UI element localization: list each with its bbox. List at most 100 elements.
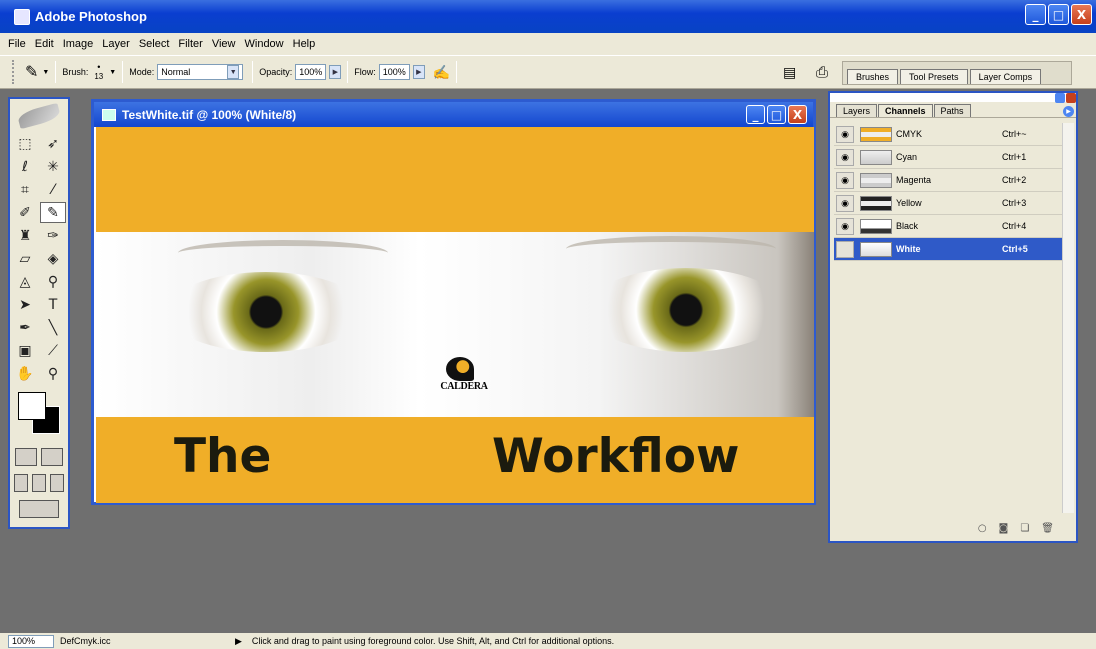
lasso-tool-icon[interactable]: ℓ	[12, 156, 38, 177]
app-title-bar[interactable]: Adobe Photoshop _ □ X	[0, 0, 1096, 33]
quick-mask-mode-button[interactable]	[41, 448, 63, 466]
opacity-value: 100%	[299, 67, 323, 77]
document-minimize-button[interactable]: _	[746, 105, 765, 124]
tool-preset-brush-icon[interactable]: ✎	[25, 62, 38, 82]
brush-picker[interactable]: • 13	[94, 63, 104, 82]
close-button[interactable]: X	[1071, 4, 1092, 25]
type-tool-icon[interactable]: T	[40, 294, 66, 315]
channel-thumbnail	[860, 218, 892, 234]
maximize-button[interactable]: □	[1048, 4, 1069, 25]
caldera-logo-text: CALDERA	[440, 381, 488, 392]
pen-tool-icon[interactable]: ✒	[12, 317, 38, 338]
standard-mode-button[interactable]	[15, 448, 37, 466]
load-selection-icon[interactable]: ○	[978, 523, 987, 534]
mode-dropdown-icon[interactable]: ▼	[227, 65, 240, 79]
notes-tool-icon[interactable]: ▣	[12, 340, 38, 361]
healing-brush-tool-icon[interactable]: ✐	[12, 202, 38, 223]
channel-row-yellow[interactable]: ◉ Yellow Ctrl+3	[834, 192, 1062, 215]
standard-screen-mode-button[interactable]	[14, 474, 28, 492]
dodge-tool-icon[interactable]: ⚲	[40, 271, 66, 292]
visibility-eye-icon[interactable]: ◉	[836, 217, 854, 235]
tab-paths[interactable]: Paths	[933, 104, 971, 117]
path-selection-tool-icon[interactable]: ➤	[12, 294, 38, 315]
zoom-tool-icon[interactable]: ⚲	[40, 363, 66, 384]
minimize-button[interactable]: _	[1025, 4, 1046, 25]
document-maximize-button[interactable]: □	[767, 105, 786, 124]
visibility-toggle-empty[interactable]	[836, 240, 854, 258]
file-browser-icon[interactable]: ▤	[783, 64, 796, 81]
hand-tool-icon[interactable]: ✋	[12, 363, 38, 384]
brush-chevron-icon[interactable]: ▼	[109, 69, 116, 76]
panel-minimize-button[interactable]	[1055, 93, 1065, 103]
toolbox-header[interactable]	[10, 99, 68, 133]
brush-tool-icon[interactable]: ✎	[40, 202, 66, 223]
menu-help[interactable]: Help	[293, 38, 316, 50]
slice-tool-icon[interactable]: ⁄	[40, 179, 66, 200]
panel-header[interactable]	[830, 93, 1076, 103]
crop-tool-icon[interactable]: ⌗	[12, 179, 38, 200]
panel-tabs: Layers Channels Paths ▶	[830, 102, 1076, 118]
visibility-eye-icon[interactable]: ◉	[836, 148, 854, 166]
menu-window[interactable]: Window	[245, 38, 284, 50]
flow-field[interactable]: 100%	[378, 64, 410, 80]
document-close-button[interactable]: X	[788, 105, 807, 124]
menu-select[interactable]: Select	[139, 38, 170, 50]
panel-menu-arrow-icon[interactable]: ▶	[1063, 106, 1074, 117]
blur-tool-icon[interactable]: ◬	[12, 271, 38, 292]
document-title-bar[interactable]: TestWhite.tif @ 100% (White/8) _ □ X	[94, 102, 813, 127]
palette-tab-layer-comps[interactable]: Layer Comps	[969, 69, 1042, 84]
opacity-field[interactable]: 100%	[295, 64, 327, 80]
full-screen-mode-button[interactable]	[50, 474, 64, 492]
tab-layers[interactable]: Layers	[836, 104, 878, 117]
tool-preset-chevron-icon[interactable]: ▼	[42, 69, 49, 76]
channel-shortcut: Ctrl+5	[1002, 244, 1028, 254]
magic-wand-tool-icon[interactable]: ✳	[40, 156, 66, 177]
palette-well-icon[interactable]: ⎙	[816, 64, 828, 81]
line-tool-icon[interactable]: ╲	[40, 317, 66, 338]
marquee-tool-icon[interactable]: ⬚	[12, 133, 38, 154]
palette-tab-tool-presets[interactable]: Tool Presets	[900, 69, 968, 84]
flow-slider-arrow-icon[interactable]: ▶	[412, 65, 425, 79]
channel-row-cyan[interactable]: ◉ Cyan Ctrl+1	[834, 146, 1062, 169]
menu-filter[interactable]: Filter	[178, 38, 202, 50]
visibility-eye-icon[interactable]: ◉	[836, 194, 854, 212]
menu-edit[interactable]: Edit	[35, 38, 54, 50]
channel-row-black[interactable]: ◉ Black Ctrl+4	[834, 215, 1062, 238]
image-canvas[interactable]: CALDERA The Workflow	[96, 127, 814, 503]
foreground-color-swatch[interactable]	[18, 392, 46, 420]
panel-close-button[interactable]	[1066, 93, 1076, 103]
mode-select[interactable]: Normal ▼	[157, 64, 244, 80]
visibility-eye-icon[interactable]: ◉	[836, 171, 854, 189]
trash-icon[interactable]: 🗑	[1041, 523, 1054, 534]
new-channel-icon[interactable]: ❏	[1020, 523, 1029, 534]
channel-row-white[interactable]: White Ctrl+5	[834, 238, 1062, 261]
options-bar-grip[interactable]	[12, 60, 15, 84]
airbrush-icon[interactable]: ✍	[433, 64, 450, 81]
zoom-field[interactable]: 100%	[8, 634, 54, 648]
channel-shortcut: Ctrl+3	[1002, 198, 1027, 208]
palette-tab-brushes[interactable]: Brushes	[847, 69, 899, 84]
move-tool-icon[interactable]: ➶	[40, 133, 66, 154]
paint-bucket-tool-icon[interactable]: ◈	[40, 248, 66, 269]
opacity-slider-arrow-icon[interactable]: ▶	[329, 65, 342, 79]
menu-file[interactable]: File	[8, 38, 26, 50]
visibility-eye-icon[interactable]: ◉	[836, 125, 854, 143]
channel-list-scrollbar[interactable]	[1062, 123, 1074, 513]
menu-image[interactable]: Image	[63, 38, 94, 50]
status-arrow-icon[interactable]: ▶	[235, 636, 242, 647]
brush-size: 13	[94, 72, 104, 81]
save-selection-icon[interactable]: ◙	[999, 523, 1009, 534]
channel-row-cmyk[interactable]: ◉ CMYK Ctrl+~	[834, 123, 1062, 146]
imageready-button[interactable]	[19, 500, 59, 518]
history-brush-tool-icon[interactable]: ✑	[40, 225, 66, 246]
tab-channels[interactable]: Channels	[878, 104, 933, 117]
divider	[252, 61, 254, 83]
menu-layer[interactable]: Layer	[102, 38, 130, 50]
eyedropper-tool-icon[interactable]: ⟋	[40, 340, 66, 361]
menu-view[interactable]: View	[212, 38, 236, 50]
brush-label: Brush:	[62, 67, 89, 77]
full-screen-menu-mode-button[interactable]	[32, 474, 46, 492]
channel-row-magenta[interactable]: ◉ Magenta Ctrl+2	[834, 169, 1062, 192]
clone-stamp-tool-icon[interactable]: ♜	[12, 225, 38, 246]
eraser-tool-icon[interactable]: ▱	[12, 248, 38, 269]
